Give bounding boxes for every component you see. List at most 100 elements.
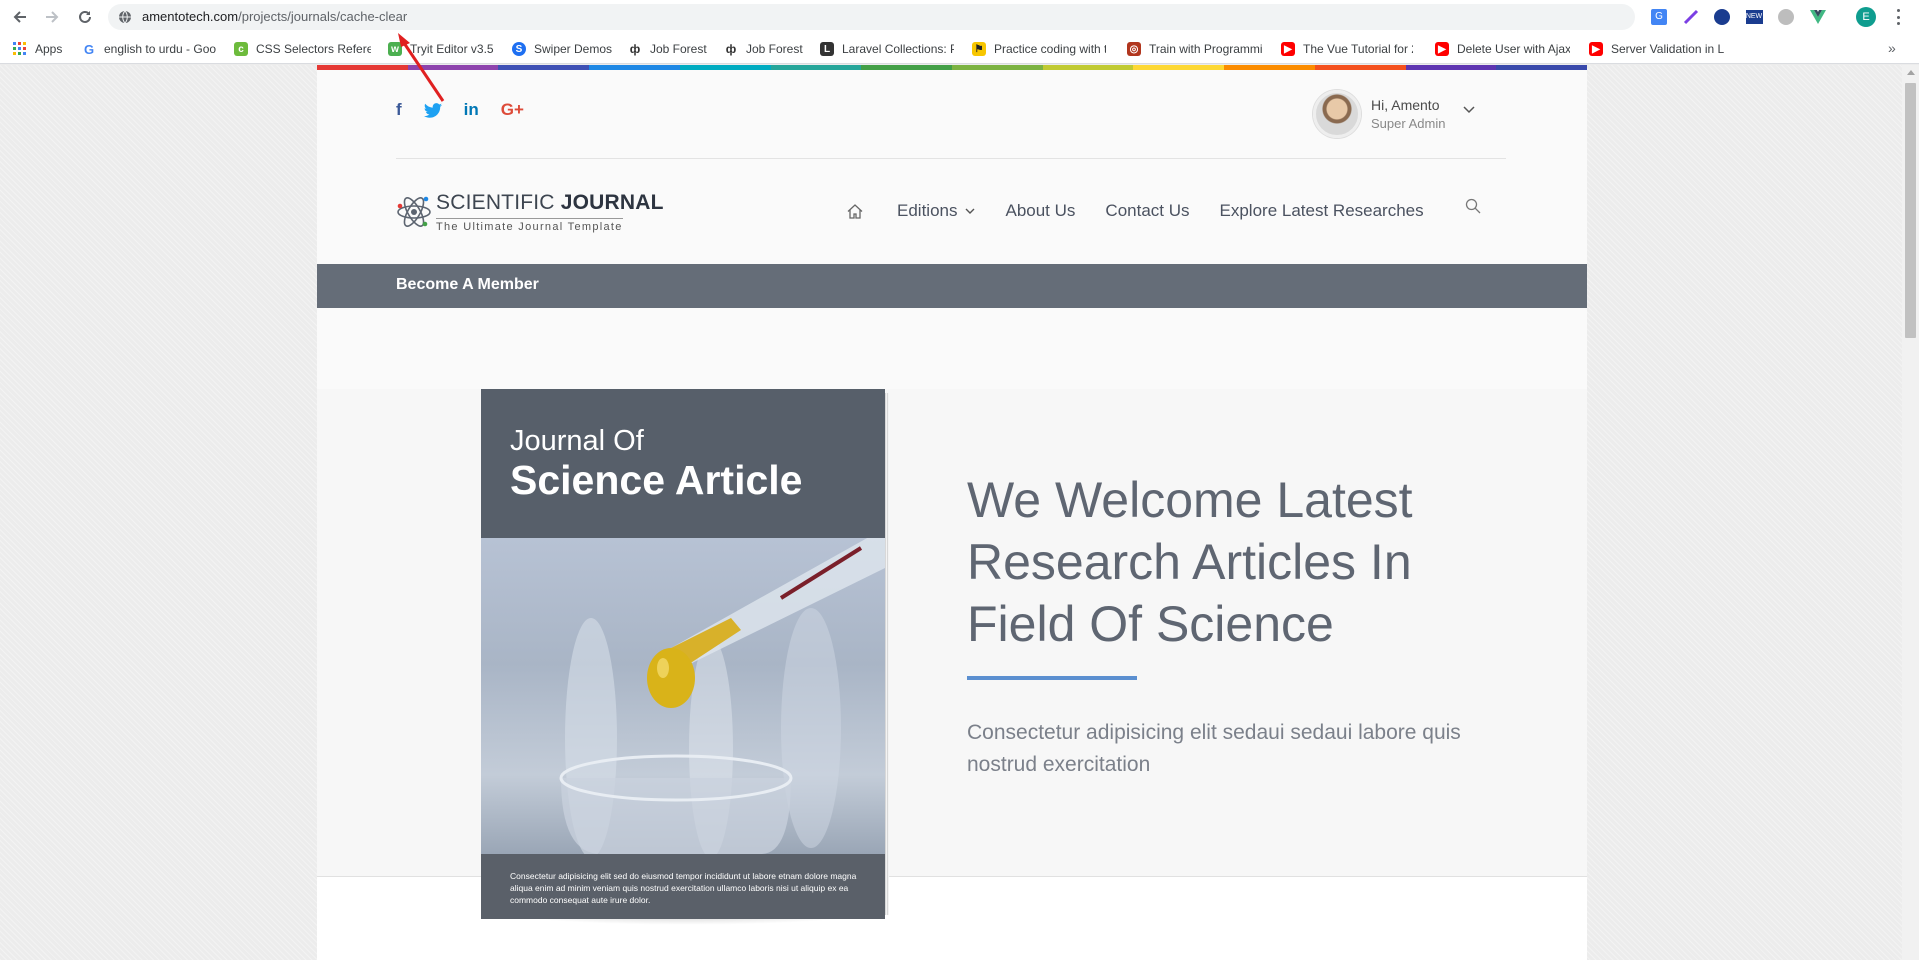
bookmark-item[interactable]: c CSS Selectors Refere [234,41,371,57]
rainbow-segment [1133,65,1225,70]
youtube-icon: ▶ [1435,42,1449,56]
rainbow-segment [1496,65,1587,70]
bookmark-item[interactable]: ◎ Train with Programmi [1127,41,1262,57]
css-icon: c [234,42,248,56]
bookmark-item[interactable]: ▶ The Vue Tutorial for 2 [1281,41,1413,57]
back-button[interactable] [8,5,32,29]
rainbow-segment [679,65,771,70]
user-role: Super Admin [1371,116,1446,131]
profile-avatar[interactable]: E [1856,7,1876,27]
nav-editions[interactable]: Editions [897,201,975,221]
rainbow-segment [770,65,862,70]
rainbow-stripe [317,65,1587,70]
swiper-icon: S [512,42,526,56]
header-divider [396,158,1506,159]
hero-lead-text: Consectetur adipisicing elit sedaui seda… [967,721,1461,776]
url-text[interactable]: amentotech.com/projects/journals/cache-c… [142,9,407,24]
site-logo[interactable]: SCIENTIFIC JOURNAL The Ultimate Journal … [396,191,663,235]
search-icon[interactable] [1465,198,1481,214]
vue-devtools-icon[interactable] [1808,7,1828,27]
scrollbar-thumb[interactable] [1905,83,1916,338]
rainbow-segment [589,65,680,70]
book-cover-face: Journal Of Science Article Consectetur a… [481,389,885,919]
book-blurb: Consectetur adipisicing elit sed do eius… [510,871,857,905]
hero-accent-rule [967,676,1137,680]
chevron-down-icon [965,208,975,214]
user-greeting: Hi, Amento [1371,97,1440,113]
forward-arrow-icon [46,11,59,23]
codewars-icon: ⚑ [972,42,986,56]
page-scrollbar[interactable] [1902,65,1919,960]
become-member-bar[interactable]: Become A Member [317,264,1587,308]
laravel-icon: L [820,42,834,56]
bookmark-item[interactable]: ⚑ Practice coding with t [972,41,1106,57]
bookmark-item[interactable]: ▶ Delete User with Ajax [1435,41,1570,57]
youtube-icon: ▶ [1589,42,1603,56]
site-info-icon[interactable] [118,10,132,24]
book-title-small: Journal Of [510,425,644,457]
bookmark-item[interactable]: Genglish to urdu - Goo [82,41,217,57]
facebook-icon[interactable]: f [396,99,402,121]
jobforest-icon: ф [725,42,737,56]
site-page: f in G+ Hi, Amento Super Admin SCIENTIFI… [317,65,1587,960]
user-menu[interactable]: Hi, Amento Super Admin [1313,90,1483,140]
twitter-icon[interactable] [423,99,442,121]
scroll-up-icon[interactable] [1907,70,1915,75]
globe-extension-icon[interactable] [1776,7,1796,27]
journal-book-cover: Journal Of Science Article Consectetur a… [481,389,889,925]
bookmark-item[interactable]: ф Job Forest [628,41,708,57]
google-plus-icon[interactable]: G+ [501,99,524,121]
rainbow-segment [1405,65,1497,70]
apps-grid-icon [13,42,27,56]
bookmark-item[interactable]: L Laravel Collections: P [820,41,954,57]
browser-toolbar: amentotech.com/projects/journals/cache-c… [0,0,1919,34]
back-arrow-icon [13,11,26,23]
linkedin-icon[interactable]: in [464,99,479,121]
become-member-link[interactable]: Become A Member [396,276,539,294]
url-host: amentotech.com [142,9,239,24]
forward-button[interactable] [40,5,64,29]
codewars-icon: ◎ [1127,42,1141,56]
rainbow-segment [407,65,499,70]
nav-about[interactable]: About Us [1005,201,1075,221]
rainbow-segment [861,65,953,70]
logo-tagline: The Ultimate Journal Template [436,218,623,233]
w3schools-icon: w [388,42,402,56]
bookmark-item[interactable]: Apps [13,41,71,57]
address-bar[interactable]: amentotech.com/projects/journals/cache-c… [108,4,1635,30]
bookmark-item[interactable]: S Swiper Demos [512,41,617,57]
jobforest-icon: ф [629,42,641,56]
main-navigation: Editions About Us Contact Us Explore Lat… [847,199,1454,223]
pipette-illustration [559,528,885,858]
browser-menu-icon[interactable] [1890,8,1906,26]
book-title-big: Science Article [510,457,803,503]
logo-title: SCIENTIFIC JOURNAL [436,191,664,214]
user-avatar [1313,90,1361,138]
blue-circle-extension-icon[interactable] [1712,7,1732,27]
nav-contact[interactable]: Contact Us [1105,201,1189,221]
rainbow-segment [317,65,408,70]
bookmark-item[interactable]: ф Job Forest [724,41,804,57]
bookmark-item[interactable]: w Tryit Editor v3.5 [388,41,498,57]
feather-extension-icon[interactable] [1681,7,1701,27]
pipette-photo [481,528,885,858]
social-links: f in G+ [396,99,546,121]
chevron-down-icon[interactable] [1463,106,1475,114]
atom-logo-icon [397,196,431,227]
bookmark-item[interactable]: ▶ Server Validation in L [1589,41,1724,57]
rainbow-segment [1314,65,1406,70]
reload-button[interactable] [73,5,97,29]
bookmarks-bar: Apps Genglish to urdu - Goo c CSS Selecto… [0,34,1919,64]
more-bookmarks-icon[interactable]: » [1888,40,1896,56]
reload-icon [79,10,91,23]
news-extension-icon[interactable]: NEW [1744,7,1764,27]
url-path: /projects/journals/cache-clear [238,9,408,24]
translate-extension-icon[interactable]: G [1649,7,1669,27]
google-icon: G [83,41,95,57]
home-icon[interactable] [847,203,863,219]
rainbow-segment [1224,65,1315,70]
youtube-icon: ▶ [1281,42,1295,56]
nav-explore[interactable]: Explore Latest Researches [1220,201,1424,221]
rainbow-segment [1042,65,1134,70]
rainbow-segment [952,65,1043,70]
